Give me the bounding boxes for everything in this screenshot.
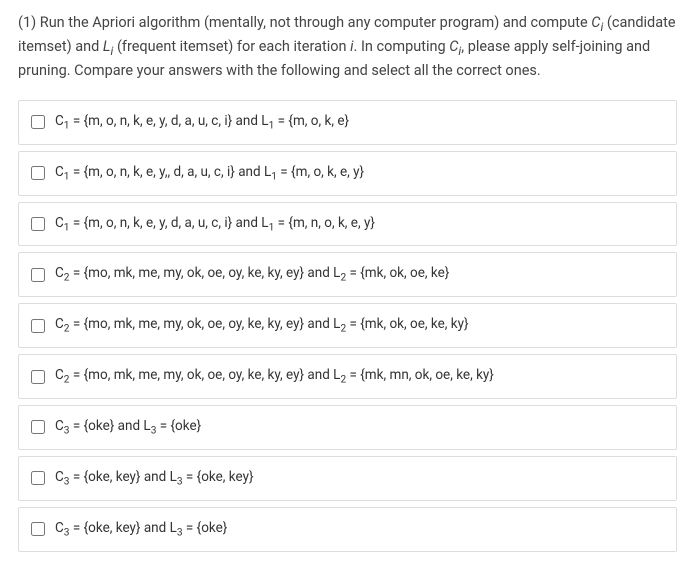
option-checkbox-4[interactable]	[31, 268, 45, 282]
option-checkbox-2[interactable]	[31, 166, 45, 180]
option-checkbox-5[interactable]	[31, 319, 45, 333]
option-label-2: C1 = {m, o, n, k, e, y,, d, a, u, c, i} …	[55, 162, 664, 185]
option-label-8: C3 = {oke, key} and L3 = {oke, key}	[55, 467, 664, 490]
option-row-2[interactable]: C1 = {m, o, n, k, e, y,, d, a, u, c, i} …	[18, 151, 677, 196]
option-row-9[interactable]: C3 = {oke, key} and L3 = {oke}	[18, 507, 677, 552]
option-row-6[interactable]: C2 = {mo, mk, me, my, ok, oe, oy, ke, ky…	[18, 354, 677, 399]
option-row-7[interactable]: C3 = {oke} and L3 = {oke}	[18, 405, 677, 450]
option-row-3[interactable]: C1 = {m, o, n, k, e, y, d, a, u, c, i} a…	[18, 202, 677, 247]
option-checkbox-3[interactable]	[31, 217, 45, 231]
option-row-4[interactable]: C2 = {mo, mk, me, my, ok, oe, oy, ke, ky…	[18, 252, 677, 297]
option-row-5[interactable]: C2 = {mo, mk, me, my, ok, oe, oy, ke, ky…	[18, 303, 677, 348]
option-checkbox-8[interactable]	[31, 471, 45, 485]
option-row-1[interactable]: C1 = {m, o, n, k, e, y, d, a, u, c, i} a…	[18, 100, 677, 145]
option-label-6: C2 = {mo, mk, me, my, ok, oe, oy, ke, ky…	[55, 365, 664, 388]
option-checkbox-7[interactable]	[31, 420, 45, 434]
option-label-9: C3 = {oke, key} and L3 = {oke}	[55, 518, 664, 541]
option-checkbox-1[interactable]	[31, 115, 45, 129]
option-checkbox-9[interactable]	[31, 522, 45, 536]
option-label-7: C3 = {oke} and L3 = {oke}	[55, 416, 664, 439]
option-label-3: C1 = {m, o, n, k, e, y, d, a, u, c, i} a…	[55, 213, 664, 236]
question-prompt: (1) Run the Apriori algorithm (mentally,…	[18, 12, 677, 82]
option-label-1: C1 = {m, o, n, k, e, y, d, a, u, c, i} a…	[55, 111, 664, 134]
option-row-8[interactable]: C3 = {oke, key} and L3 = {oke, key}	[18, 456, 677, 501]
option-checkbox-6[interactable]	[31, 370, 45, 384]
option-label-4: C2 = {mo, mk, me, my, ok, oe, oy, ke, ky…	[55, 263, 664, 286]
option-label-5: C2 = {mo, mk, me, my, ok, oe, oy, ke, ky…	[55, 314, 664, 337]
